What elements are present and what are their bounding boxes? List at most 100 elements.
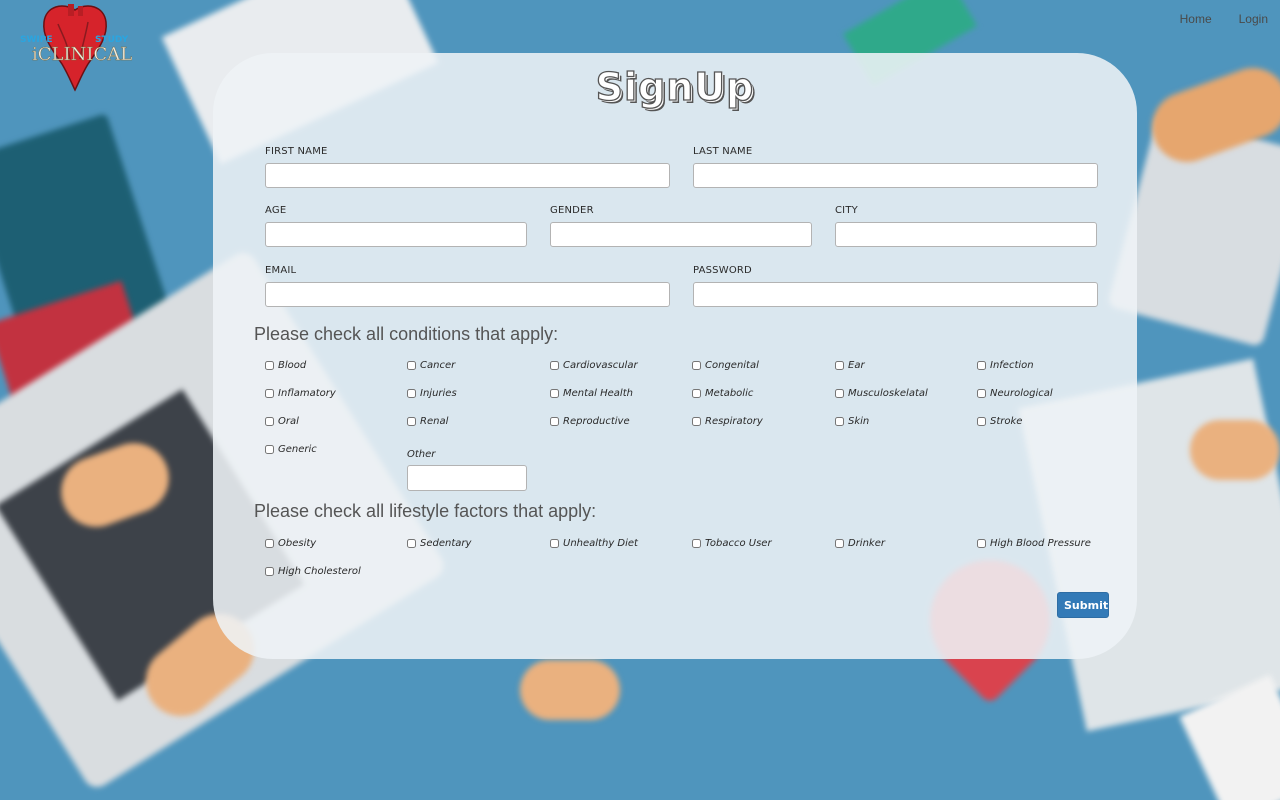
conditions-label-ear: Ear (848, 360, 865, 371)
lifestyle-option-unhealthy-diet[interactable]: Unhealthy Diet (550, 538, 638, 549)
lifestyle-option-high-cholesterol[interactable]: High Cholesterol (265, 566, 361, 577)
city-input[interactable] (835, 222, 1097, 247)
lifestyle-checkbox-high-cholesterol[interactable] (265, 567, 274, 576)
lifestyle-checkbox-tobacco-user[interactable] (692, 539, 701, 548)
lifestyle-option-high-blood-pressure[interactable]: High Blood Pressure (977, 538, 1091, 549)
first-name-input[interactable] (265, 163, 670, 188)
conditions-checkbox-cancer[interactable] (407, 361, 416, 370)
conditions-checkbox-metabolic[interactable] (692, 389, 701, 398)
conditions-option-inflamatory[interactable]: Inflamatory (265, 388, 336, 399)
conditions-label-congenital: Congenital (705, 360, 759, 371)
conditions-checkbox-skin[interactable] (835, 417, 844, 426)
nav-home-link[interactable]: Home (1165, 10, 1224, 28)
lifestyle-checkbox-obesity[interactable] (265, 539, 274, 548)
conditions-label-blood: Blood (278, 360, 307, 371)
lifestyle-option-tobacco-user[interactable]: Tobacco User (692, 538, 772, 549)
conditions-label-inflamatory: Inflamatory (278, 388, 336, 399)
lifestyle-checkbox-drinker[interactable] (835, 539, 844, 548)
email-input[interactable] (265, 282, 670, 307)
email-field: EMAIL (265, 265, 670, 307)
lifestyle-option-drinker[interactable]: Drinker (835, 538, 885, 549)
lifestyle-label-high-blood-pressure: High Blood Pressure (990, 538, 1091, 549)
lifestyle-checkbox-sedentary[interactable] (407, 539, 416, 548)
conditions-option-injuries[interactable]: Injuries (407, 388, 457, 399)
page-title: SignUp (595, 64, 755, 109)
conditions-checkbox-injuries[interactable] (407, 389, 416, 398)
conditions-checkbox-inflamatory[interactable] (265, 389, 274, 398)
other-condition-input[interactable] (407, 465, 527, 491)
gender-input[interactable] (550, 222, 812, 247)
conditions-checkbox-reproductive[interactable] (550, 417, 559, 426)
lifestyle-label-obesity: Obesity (278, 538, 317, 549)
lifestyle-checkbox-high-blood-pressure[interactable] (977, 539, 986, 548)
submit-button[interactable]: Submit (1057, 592, 1109, 618)
conditions-checkbox-cardiovascular[interactable] (550, 361, 559, 370)
age-label: AGE (265, 205, 287, 216)
conditions-checkbox-musculoskelatal[interactable] (835, 389, 844, 398)
logo-iclinical: iCLINICAL (32, 44, 132, 65)
gender-field: GENDER (550, 205, 812, 247)
lifestyle-label-sedentary: Sedentary (420, 538, 472, 549)
nav-login-link[interactable]: Login (1224, 10, 1280, 28)
last-name-field: LAST NAME (693, 146, 1098, 188)
conditions-option-generic[interactable]: Generic (265, 444, 317, 455)
conditions-option-stroke[interactable]: Stroke (977, 416, 1022, 427)
signup-card: SignUp FIRST NAME LAST NAME AGE GENDER C… (213, 53, 1137, 659)
conditions-checkbox-generic[interactable] (265, 445, 274, 454)
conditions-option-musculoskelatal[interactable]: Musculoskelatal (835, 388, 928, 399)
conditions-checkbox-oral[interactable] (265, 417, 274, 426)
conditions-label-mental-health: Mental Health (563, 388, 633, 399)
conditions-label-cancer: Cancer (420, 360, 456, 371)
conditions-checkbox-congenital[interactable] (692, 361, 701, 370)
city-label: CITY (835, 205, 858, 216)
lifestyle-checkbox-unhealthy-diet[interactable] (550, 539, 559, 548)
conditions-option-renal[interactable]: Renal (407, 416, 448, 427)
last-name-input[interactable] (693, 163, 1098, 188)
lifestyle-option-sedentary[interactable]: Sedentary (407, 538, 471, 549)
conditions-heading: Please check all conditions that apply: (254, 324, 559, 344)
lifestyle-label-unhealthy-diet: Unhealthy Diet (563, 538, 638, 549)
conditions-option-metabolic[interactable]: Metabolic (692, 388, 753, 399)
logo[interactable]: SWIPE STUDY iCLINICAL (18, 4, 133, 92)
conditions-option-neurological[interactable]: Neurological (977, 388, 1053, 399)
conditions-label-stroke: Stroke (990, 416, 1023, 427)
conditions-option-ear[interactable]: Ear (835, 360, 865, 371)
conditions-checkbox-blood[interactable] (265, 361, 274, 370)
password-label: PASSWORD (693, 265, 752, 276)
first-name-field: FIRST NAME (265, 146, 670, 188)
conditions-option-congenital[interactable]: Congenital (692, 360, 759, 371)
lifestyle-heading: Please check all lifestyle factors that … (254, 501, 597, 521)
conditions-checkbox-ear[interactable] (835, 361, 844, 370)
conditions-option-skin[interactable]: Skin (835, 416, 869, 427)
conditions-checkbox-respiratory[interactable] (692, 417, 701, 426)
city-field: CITY (835, 205, 1097, 247)
lifestyle-label-high-cholesterol: High Cholesterol (278, 566, 361, 577)
conditions-option-cardiovascular[interactable]: Cardiovascular (550, 360, 638, 371)
conditions-option-reproductive[interactable]: Reproductive (550, 416, 630, 427)
lifestyle-label-tobacco-user: Tobacco User (705, 538, 772, 549)
conditions-checkbox-mental-health[interactable] (550, 389, 559, 398)
conditions-label-metabolic: Metabolic (705, 388, 754, 399)
conditions-option-mental-health[interactable]: Mental Health (550, 388, 633, 399)
conditions-label-oral: Oral (278, 416, 299, 427)
lifestyle-option-obesity[interactable]: Obesity (265, 538, 316, 549)
conditions-label-injuries: Injuries (420, 388, 457, 399)
conditions-label-renal: Renal (420, 416, 449, 427)
conditions-label-cardiovascular: Cardiovascular (563, 360, 638, 371)
age-input[interactable] (265, 222, 527, 247)
conditions-option-oral[interactable]: Oral (265, 416, 299, 427)
other-label: Other (407, 449, 436, 460)
conditions-checkbox-infection[interactable] (977, 361, 986, 370)
conditions-label-neurological: Neurological (990, 388, 1053, 399)
conditions-option-blood[interactable]: Blood (265, 360, 306, 371)
conditions-label-respiratory: Respiratory (705, 416, 763, 427)
conditions-checkbox-renal[interactable] (407, 417, 416, 426)
password-input[interactable] (693, 282, 1098, 307)
conditions-option-cancer[interactable]: Cancer (407, 360, 455, 371)
conditions-option-respiratory[interactable]: Respiratory (692, 416, 763, 427)
password-field: PASSWORD (693, 265, 1098, 307)
conditions-option-infection[interactable]: Infection (977, 360, 1034, 371)
conditions-checkbox-neurological[interactable] (977, 389, 986, 398)
conditions-checkbox-stroke[interactable] (977, 417, 986, 426)
conditions-label-skin: Skin (848, 416, 870, 427)
